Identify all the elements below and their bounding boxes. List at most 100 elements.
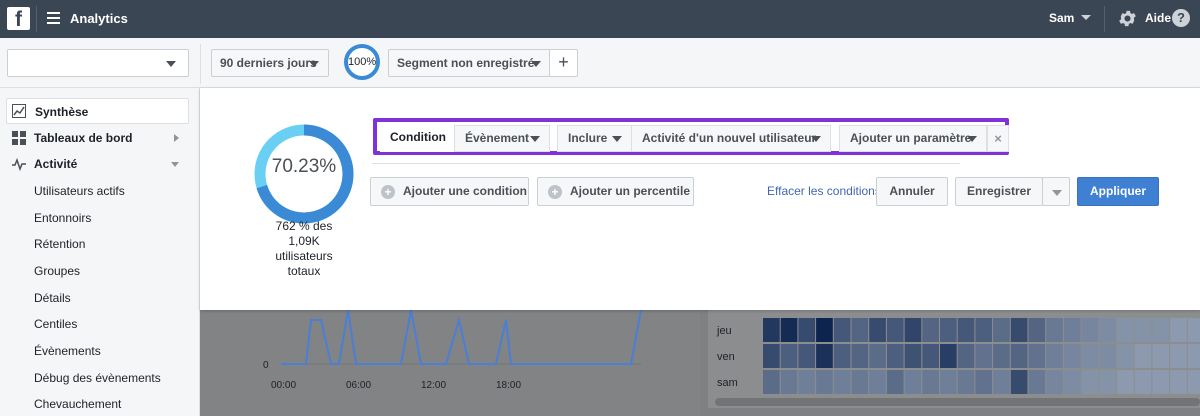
chevron-down-icon — [811, 136, 821, 142]
add-percentile-button[interactable]: + Ajouter un percentile — [537, 177, 694, 206]
heatmap-cell — [975, 318, 993, 342]
event-type-label: Évènement — [465, 131, 530, 145]
save-options-dropdown[interactable] — [1042, 177, 1070, 206]
x-tick-label: 06:00 — [346, 380, 371, 391]
heatmap-cell — [798, 344, 816, 368]
chart-series-line — [281, 309, 642, 365]
chevron-down-icon — [531, 61, 541, 67]
condition-label: Condition — [380, 125, 457, 152]
apply-button[interactable]: Appliquer — [1077, 177, 1159, 206]
heatmap-cell — [833, 318, 851, 342]
heatmap-cell — [816, 318, 833, 342]
heatmap-cell — [1134, 370, 1152, 394]
heatmap-cell — [1081, 344, 1099, 368]
heatmap-cell — [833, 370, 851, 394]
heatmap-cell — [833, 344, 851, 368]
menu-icon[interactable] — [47, 12, 60, 24]
sidebar-subitem[interactable]: Centiles — [34, 317, 77, 331]
heatmap-cell — [1063, 344, 1081, 368]
user-menu-name[interactable]: Sam — [1049, 11, 1074, 25]
heatmap-cell — [940, 370, 957, 394]
add-percentile-label: Ajouter un percentile — [570, 184, 691, 198]
heatmap-cell — [1046, 318, 1063, 342]
heatmap-cell — [763, 370, 780, 394]
heatmap-cell — [957, 318, 975, 342]
segment-dropdown[interactable]: Segment non enregistré — [388, 49, 551, 77]
heatmap-cell — [1152, 318, 1170, 342]
chevron-down-icon — [530, 136, 540, 142]
heatmap-cell — [798, 370, 816, 394]
sidebar-subitem[interactable]: Évènements — [34, 344, 101, 358]
chart-icon — [12, 104, 26, 118]
heatmap-cell — [1028, 344, 1046, 368]
event-value-dropdown[interactable]: Activité d'un nouvel utilisateur — [631, 125, 831, 152]
chevron-right-icon — [174, 134, 179, 142]
y-tick-label: 0 — [263, 360, 269, 371]
sidebar-item-label: Synthèse — [35, 105, 89, 119]
sidebar-subitem[interactable]: Utilisateurs actifs — [34, 184, 125, 198]
pulse-icon — [12, 157, 26, 171]
sidebar-item-activity[interactable]: Activité — [6, 151, 189, 177]
heatmap-cell — [1187, 344, 1200, 368]
remove-condition-close-icon[interactable]: × — [987, 125, 1009, 152]
heatmap-cell — [1152, 344, 1170, 368]
facebook-logo-icon[interactable]: f — [7, 7, 30, 30]
heatmap-cell — [1134, 318, 1152, 342]
chevron-down-icon — [309, 61, 319, 67]
heatmap-cell — [993, 344, 1010, 368]
heatmap-cell — [1010, 370, 1028, 394]
x-tick-label: 00:00 — [271, 380, 296, 391]
heatmap-cell — [886, 370, 904, 394]
include-dropdown[interactable]: Inclure — [557, 125, 632, 152]
heatmap-cell — [975, 370, 993, 394]
sidebar-item-dashboards[interactable]: Tableaux de bord — [6, 125, 189, 151]
help-label[interactable]: Aide — [1145, 11, 1171, 25]
heatmap-cell — [1099, 370, 1116, 394]
heatmap-scrollbar[interactable] — [715, 398, 1200, 406]
add-parameter-dropdown[interactable]: Ajouter un paramètre — [839, 125, 987, 152]
heatmap-cell — [780, 344, 798, 368]
date-range-label: 90 derniers jours — [220, 56, 317, 70]
sidebar-subitem[interactable]: Groupes — [34, 264, 80, 278]
gear-icon[interactable] — [1117, 8, 1138, 29]
heatmap-cell — [1046, 370, 1063, 394]
sidebar-subitem[interactable]: Rétention — [34, 237, 85, 251]
add-segment-button[interactable]: + — [549, 49, 578, 77]
clear-conditions-link[interactable]: Effacer les conditions — [767, 184, 881, 198]
heatmap-cell — [780, 318, 798, 342]
condition-row-highlight: Condition Évènement Inclure Activité d'u… — [373, 118, 1009, 155]
sidebar-subitem[interactable]: Débug des évènements — [34, 371, 161, 385]
heatmap-cell — [993, 318, 1010, 342]
donut-caption: 762 % des 1,09K utilisateurs totaux — [244, 219, 364, 279]
date-range-dropdown[interactable]: 90 derniers jours — [211, 49, 329, 77]
caption-line: 1,09K — [288, 234, 320, 248]
heatmap-cell — [922, 370, 939, 394]
add-condition-button[interactable]: + Ajouter une condition — [370, 177, 529, 206]
cancel-button[interactable]: Annuler — [876, 177, 948, 206]
event-value-label: Activité d'un nouvel utilisateur — [642, 131, 817, 145]
heatmap-cell — [904, 318, 922, 342]
grid-icon — [12, 131, 26, 145]
heatmap-cell — [1170, 344, 1187, 368]
heatmap-cell — [904, 344, 922, 368]
sidebar-subitem[interactable]: Entonnoirs — [34, 211, 91, 225]
event-type-dropdown[interactable]: Évènement — [454, 125, 550, 152]
include-label: Inclure — [568, 131, 608, 145]
caption-line: 762 % des — [275, 219, 333, 233]
sidebar-item-summary[interactable]: Synthèse — [6, 98, 189, 124]
sidebar-subitem[interactable]: Détails — [34, 291, 71, 305]
heatmap-cell — [975, 344, 993, 368]
heatmap-cell — [1010, 344, 1028, 368]
help-icon[interactable]: ? — [1172, 9, 1190, 27]
app-selector-dropdown[interactable] — [7, 49, 189, 77]
heatmap-cell — [886, 318, 904, 342]
heatmap-cell — [1046, 344, 1063, 368]
user-menu-caret-icon[interactable] — [1081, 15, 1091, 20]
heatmap-cell — [869, 344, 886, 368]
caption-line: utilisateurs — [275, 249, 333, 263]
heatmap-cell — [869, 318, 886, 342]
heatmap-cell — [1117, 370, 1134, 394]
sidebar-subitem[interactable]: Chevauchement — [34, 397, 121, 411]
plus-circle-icon: + — [381, 185, 395, 199]
save-button[interactable]: Enregistrer — [955, 177, 1043, 206]
